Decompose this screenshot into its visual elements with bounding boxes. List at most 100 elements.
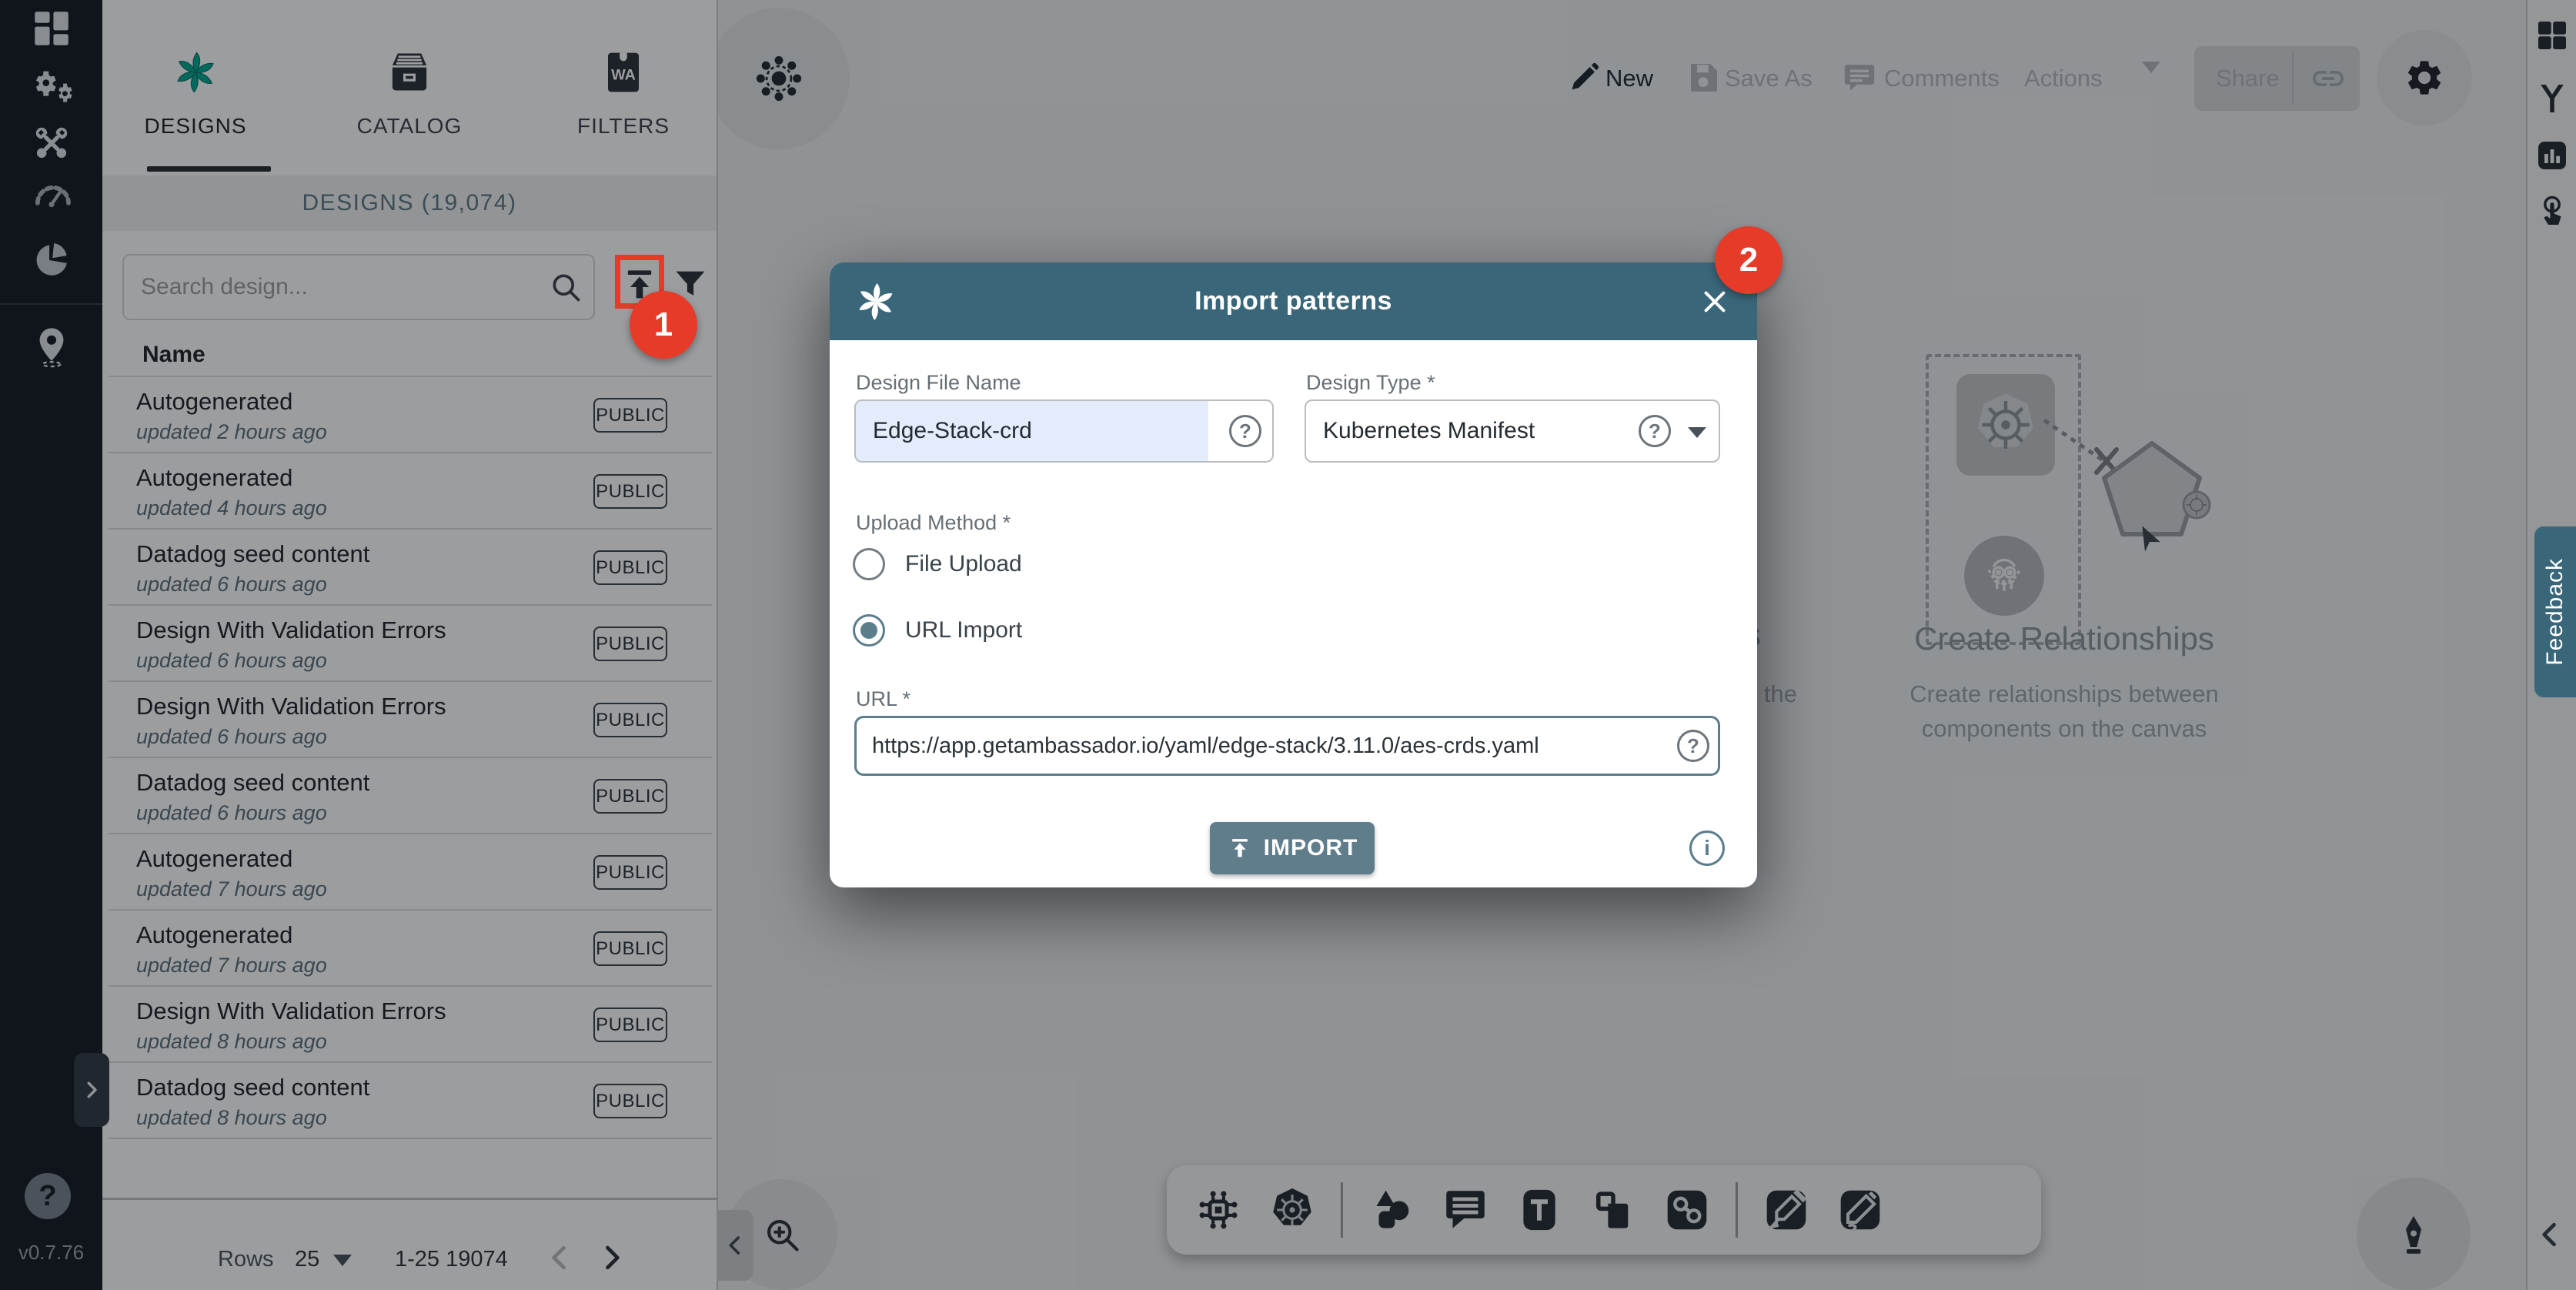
import-button[interactable]: IMPORT (1210, 822, 1375, 874)
design-row[interactable]: Design With Validation Errors updated 6 h… (109, 604, 712, 680)
actions-dropdown[interactable]: Actions (2024, 65, 2103, 92)
text-tool-icon[interactable] (1514, 1185, 1565, 1235)
url-input[interactable] (854, 716, 1720, 776)
configuration-tools-icon[interactable] (29, 121, 74, 165)
close-icon (1699, 286, 1731, 318)
design-name: Design With Validation Errors (136, 617, 446, 644)
design-row[interactable]: Autogeneratedupdated 4 hours agoPUBLIC (109, 452, 712, 528)
search-icon (549, 270, 583, 304)
help-icon[interactable]: ? (1639, 415, 1671, 447)
design-row[interactable]: Datadog seed contentupdated 8 hours agoP… (109, 1061, 712, 1138)
design-updated: updated 6 hours ago (136, 649, 327, 673)
design-row[interactable]: Autogeneratedupdated 7 hours agoPUBLIC (109, 833, 712, 909)
design-name: Autogenerated (136, 464, 292, 492)
next-page-button[interactable] (595, 1241, 629, 1275)
canvas-settings-button[interactable] (2377, 30, 2472, 125)
rows-per-page-caret-icon[interactable] (333, 1255, 352, 1266)
tab-filters-label: FILTERS (543, 114, 704, 139)
rows-per-page-value[interactable]: 25 (295, 1247, 319, 1272)
pencil-icon (1565, 59, 1602, 96)
performance-gauge-icon[interactable] (29, 172, 74, 217)
design-file-name-label: Design File Name (856, 371, 1021, 395)
meshery-mascot (1964, 536, 2044, 616)
radio-url-import[interactable]: URL Import (853, 613, 1022, 647)
chevron-right-icon (80, 1078, 103, 1101)
radio-file-upload[interactable]: File Upload (853, 547, 1022, 581)
extensions-pie-icon[interactable] (29, 237, 74, 282)
design-row[interactable]: Design With Validation Errorsupdated 8 h… (109, 985, 712, 1061)
mesh-sync-button[interactable] (708, 8, 850, 149)
design-name: Datadog seed content (136, 769, 369, 797)
modal-header: Import patterns (830, 262, 1757, 340)
kanvas-pin-icon[interactable] (29, 324, 74, 369)
share-divider (2292, 52, 2294, 105)
help-icon[interactable]: ? (1677, 730, 1709, 762)
design-list: Autogeneratedupdated 2 hours agoPUBLIC A… (109, 376, 712, 1139)
dashboard-icon[interactable] (29, 6, 74, 51)
design-row[interactable]: Autogeneratedupdated 2 hours agoPUBLIC (109, 376, 712, 452)
design-row[interactable]: Datadog seed contentupdated 6 hours agoP… (109, 757, 712, 833)
design-updated: updated 6 hours ago (136, 573, 327, 597)
design-updated: updated 8 hours ago (136, 1106, 327, 1130)
select-caret-icon[interactable] (1688, 427, 1706, 438)
design-name: Design With Validation Errors (136, 998, 446, 1025)
info-icon[interactable]: i (1689, 830, 1725, 866)
dock-divider (1736, 1182, 1738, 1238)
pen-tool-icon[interactable] (1761, 1185, 1812, 1235)
comment-bubble-icon[interactable] (1440, 1185, 1491, 1235)
layers-icon[interactable] (1588, 1185, 1639, 1235)
link-nodes-icon[interactable] (1662, 1185, 1712, 1235)
kubernetes-dock-icon[interactable] (1267, 1185, 1318, 1235)
cursor-icon (2136, 523, 2167, 554)
panel-collapse-button[interactable] (717, 1210, 753, 1281)
design-updated: updated 2 hours ago (136, 420, 327, 444)
designs-panel: DESIGNS CATALOG WA FILTERS DESIGNS (19,0… (102, 0, 718, 1290)
radio-unchecked-icon[interactable] (853, 548, 885, 580)
share-button-group: Share (2194, 46, 2360, 111)
components-grid-icon[interactable] (2534, 17, 2571, 54)
previous-page-button[interactable] (543, 1241, 576, 1275)
pen-nib-icon (2391, 1211, 2437, 1258)
circuit-component-icon[interactable] (1193, 1185, 1244, 1235)
design-file-name-field[interactable]: Edge-Stack-crd ? (854, 399, 1274, 463)
sidebar-expand-button[interactable] (74, 1053, 109, 1127)
sketch-pencil-icon[interactable] (1835, 1185, 1886, 1235)
radio-checked-icon[interactable] (853, 614, 885, 647)
tab-filters[interactable]: WA FILTERS (543, 23, 704, 146)
link-icon[interactable] (2310, 60, 2347, 97)
feedback-tab[interactable]: Feedback (2534, 526, 2576, 697)
tab-catalog[interactable]: CATALOG (329, 23, 490, 146)
dashboard-chart-icon[interactable] (2534, 137, 2571, 174)
close-button[interactable] (1699, 286, 1731, 318)
save-as-button[interactable]: Save As (1725, 65, 1813, 92)
magnifier-plus-icon (762, 1215, 802, 1255)
visibility-badge: PUBLIC (593, 855, 667, 890)
tab-designs[interactable]: DESIGNS (115, 23, 276, 146)
designs-count-header: DESIGNS (19,074) (102, 175, 717, 231)
design-row[interactable]: Autogeneratedupdated 7 hours agoPUBLIC (109, 909, 712, 985)
validate-icon[interactable] (2534, 80, 2571, 117)
new-button[interactable]: New (1605, 65, 1653, 92)
drawing-mode-button[interactable] (2357, 1178, 2471, 1290)
help-icon[interactable]: ? (1229, 415, 1261, 447)
active-tab-underline (147, 166, 271, 172)
interact-touch-icon[interactable] (2534, 192, 2571, 229)
design-updated: updated 6 hours ago (136, 725, 327, 749)
design-row[interactable]: Datadog seed contentupdated 6 hours agoP… (109, 528, 712, 604)
import-patterns-modal: Import patterns Design File Name Edge-St… (830, 262, 1757, 887)
actions-caret-icon[interactable] (2142, 73, 2160, 87)
share-button[interactable]: Share (2216, 65, 2280, 92)
design-row[interactable]: Design With Validation Errorsupdated 6 h… (109, 680, 712, 757)
comments-button[interactable]: Comments (1884, 65, 2000, 92)
lifecycle-gears-icon[interactable] (29, 64, 74, 109)
visibility-badge: PUBLIC (593, 627, 667, 661)
search-wrap (122, 254, 595, 320)
search-design-input[interactable] (122, 254, 595, 320)
design-type-select[interactable]: Kubernetes Manifest ? (1305, 399, 1720, 463)
shapes-icon[interactable] (1366, 1185, 1417, 1235)
help-button[interactable]: ? (25, 1173, 71, 1219)
design-file-name-value: Edge-Stack-crd (873, 401, 1032, 461)
visibility-badge: PUBLIC (593, 779, 667, 814)
url-label: URL * (856, 687, 910, 711)
bottom-right-collapse-button[interactable] (2533, 1218, 2567, 1252)
